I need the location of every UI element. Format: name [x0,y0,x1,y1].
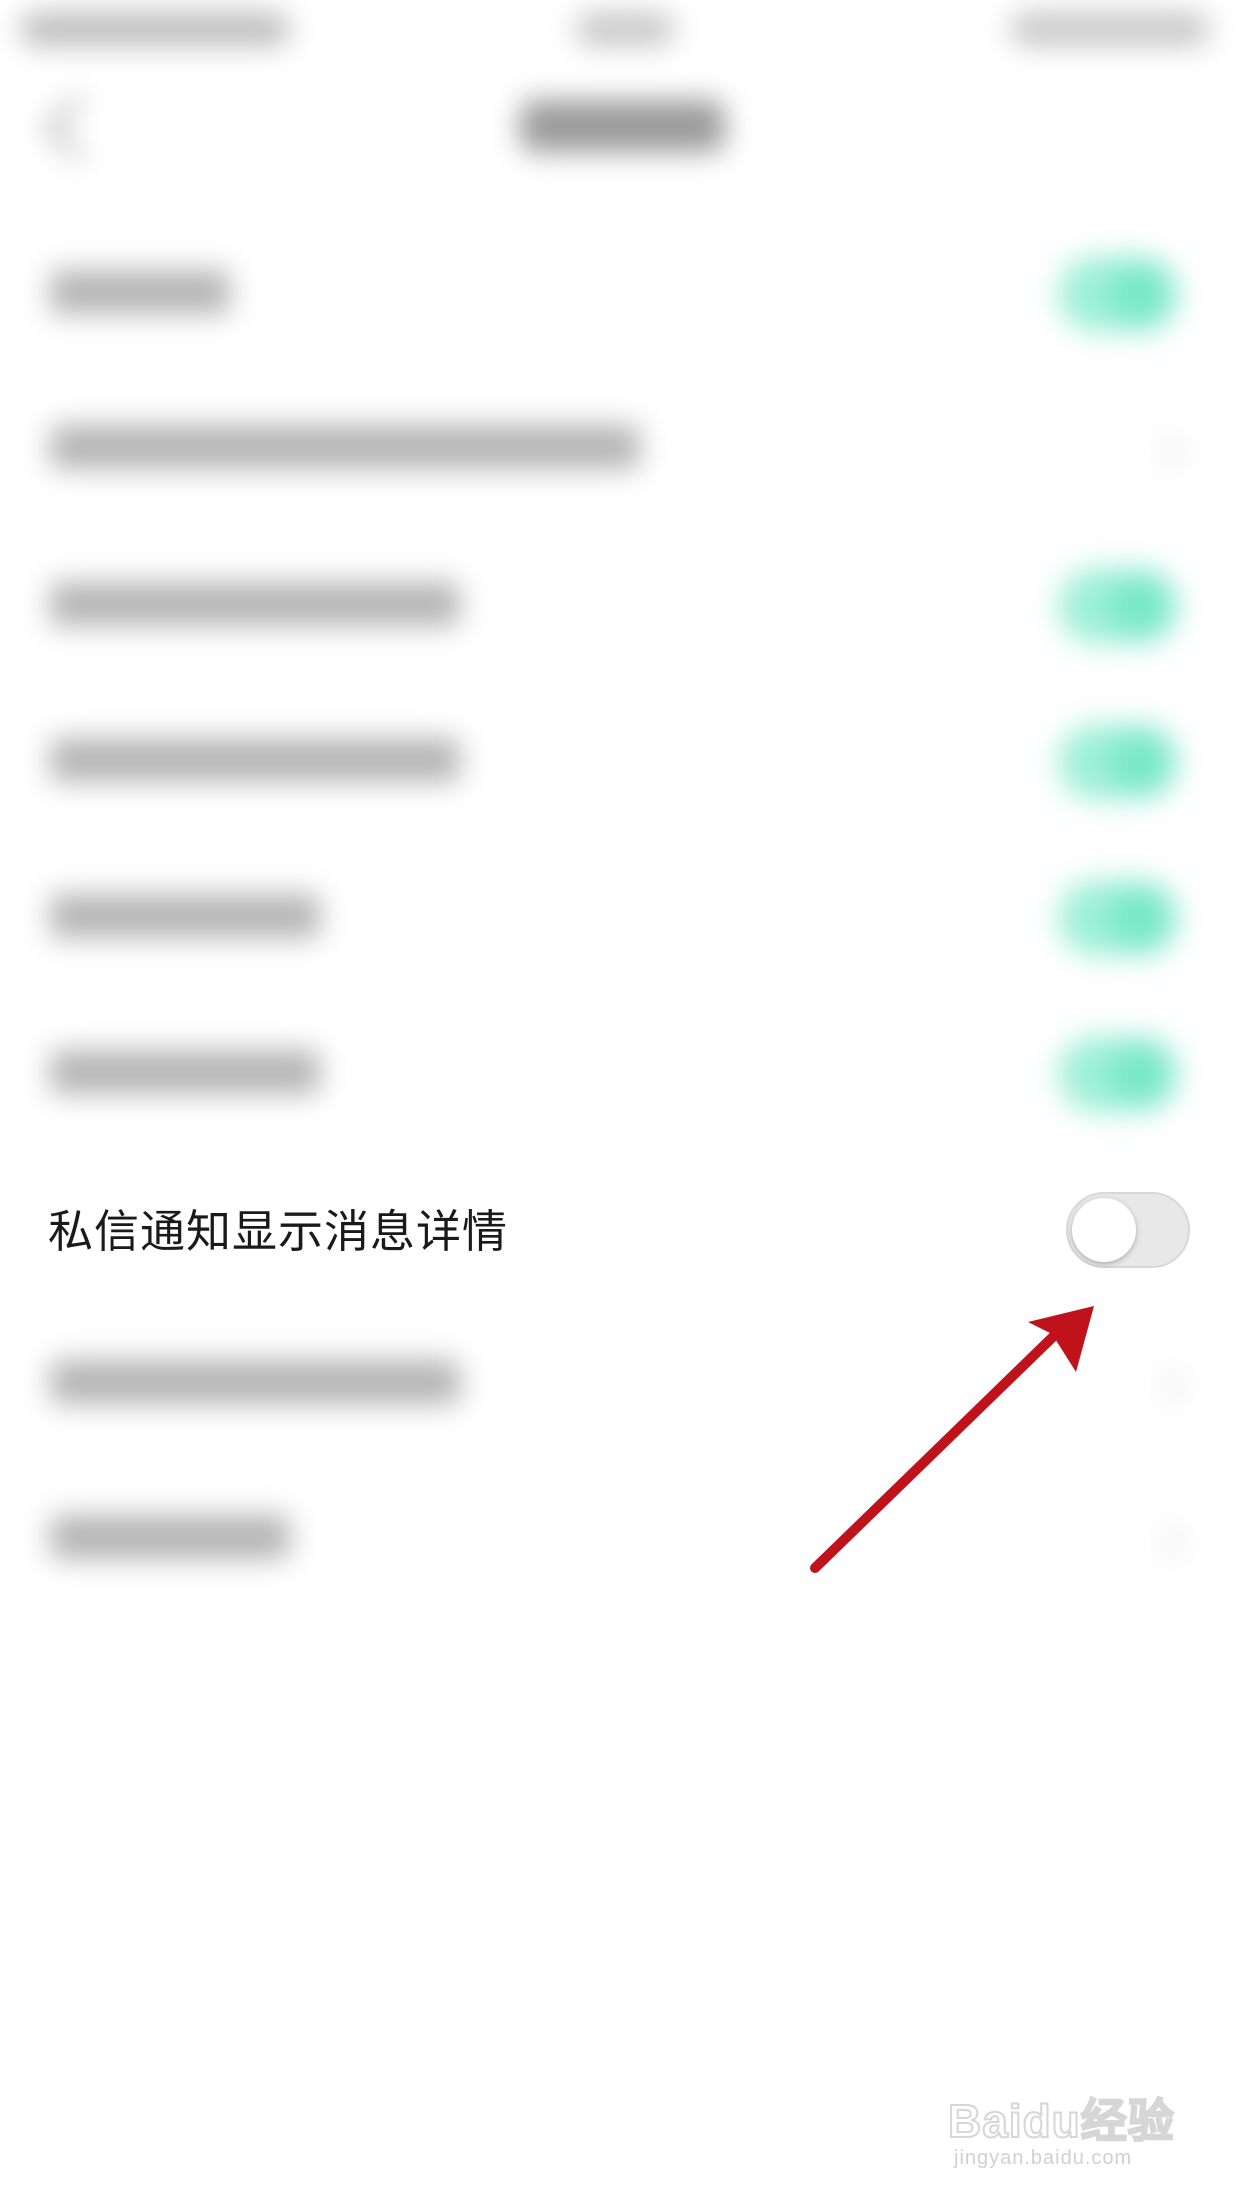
setting-row-label [50,425,640,469]
setting-label: 私信通知显示消息详情 [48,1205,509,1258]
page-title [520,100,725,152]
chevron-right-icon [1144,1366,1184,1406]
settings-screen: 私信通知显示消息详情 Baidu经验 jingyan.baidu.com [0,0,1242,2208]
chevron-right-icon [1144,1522,1184,1562]
status-bar-right [1010,12,1210,46]
setting-row-label [50,1050,320,1094]
toggle-switch[interactable] [1058,1036,1178,1112]
toggle-switch[interactable] [1058,724,1178,800]
divider [50,840,1242,842]
divider [50,996,1242,998]
toggle-switch[interactable] [1058,880,1178,956]
toggle-switch[interactable] [1058,568,1178,644]
baidu-jingyan-watermark: Baidu经验 jingyan.baidu.com [947,2085,1188,2175]
status-bar-left [20,12,290,46]
divider [50,1308,1242,1310]
toggle-knob [1072,1198,1136,1262]
divider [50,1464,1242,1466]
setting-row-label [50,738,460,782]
divider [50,372,1242,374]
private-message-detail-toggle[interactable] [1066,1192,1190,1268]
divider [50,1152,1242,1154]
setting-row-label [50,1360,460,1404]
chevron-right-icon [1144,432,1184,472]
toggle-switch[interactable] [1058,256,1178,332]
setting-row-label [50,1515,290,1559]
divider [50,684,1242,686]
setting-row-label [50,270,230,314]
blurred-content [0,0,1242,1700]
setting-row-private-message-detail: 私信通知显示消息详情 [0,1172,1242,1292]
status-bar-time [575,12,675,46]
setting-row-label [50,894,320,938]
setting-row-label [50,582,460,626]
divider [50,528,1242,530]
watermark-logo: Baidu经验 [947,2094,1175,2148]
back-icon[interactable] [45,95,111,161]
